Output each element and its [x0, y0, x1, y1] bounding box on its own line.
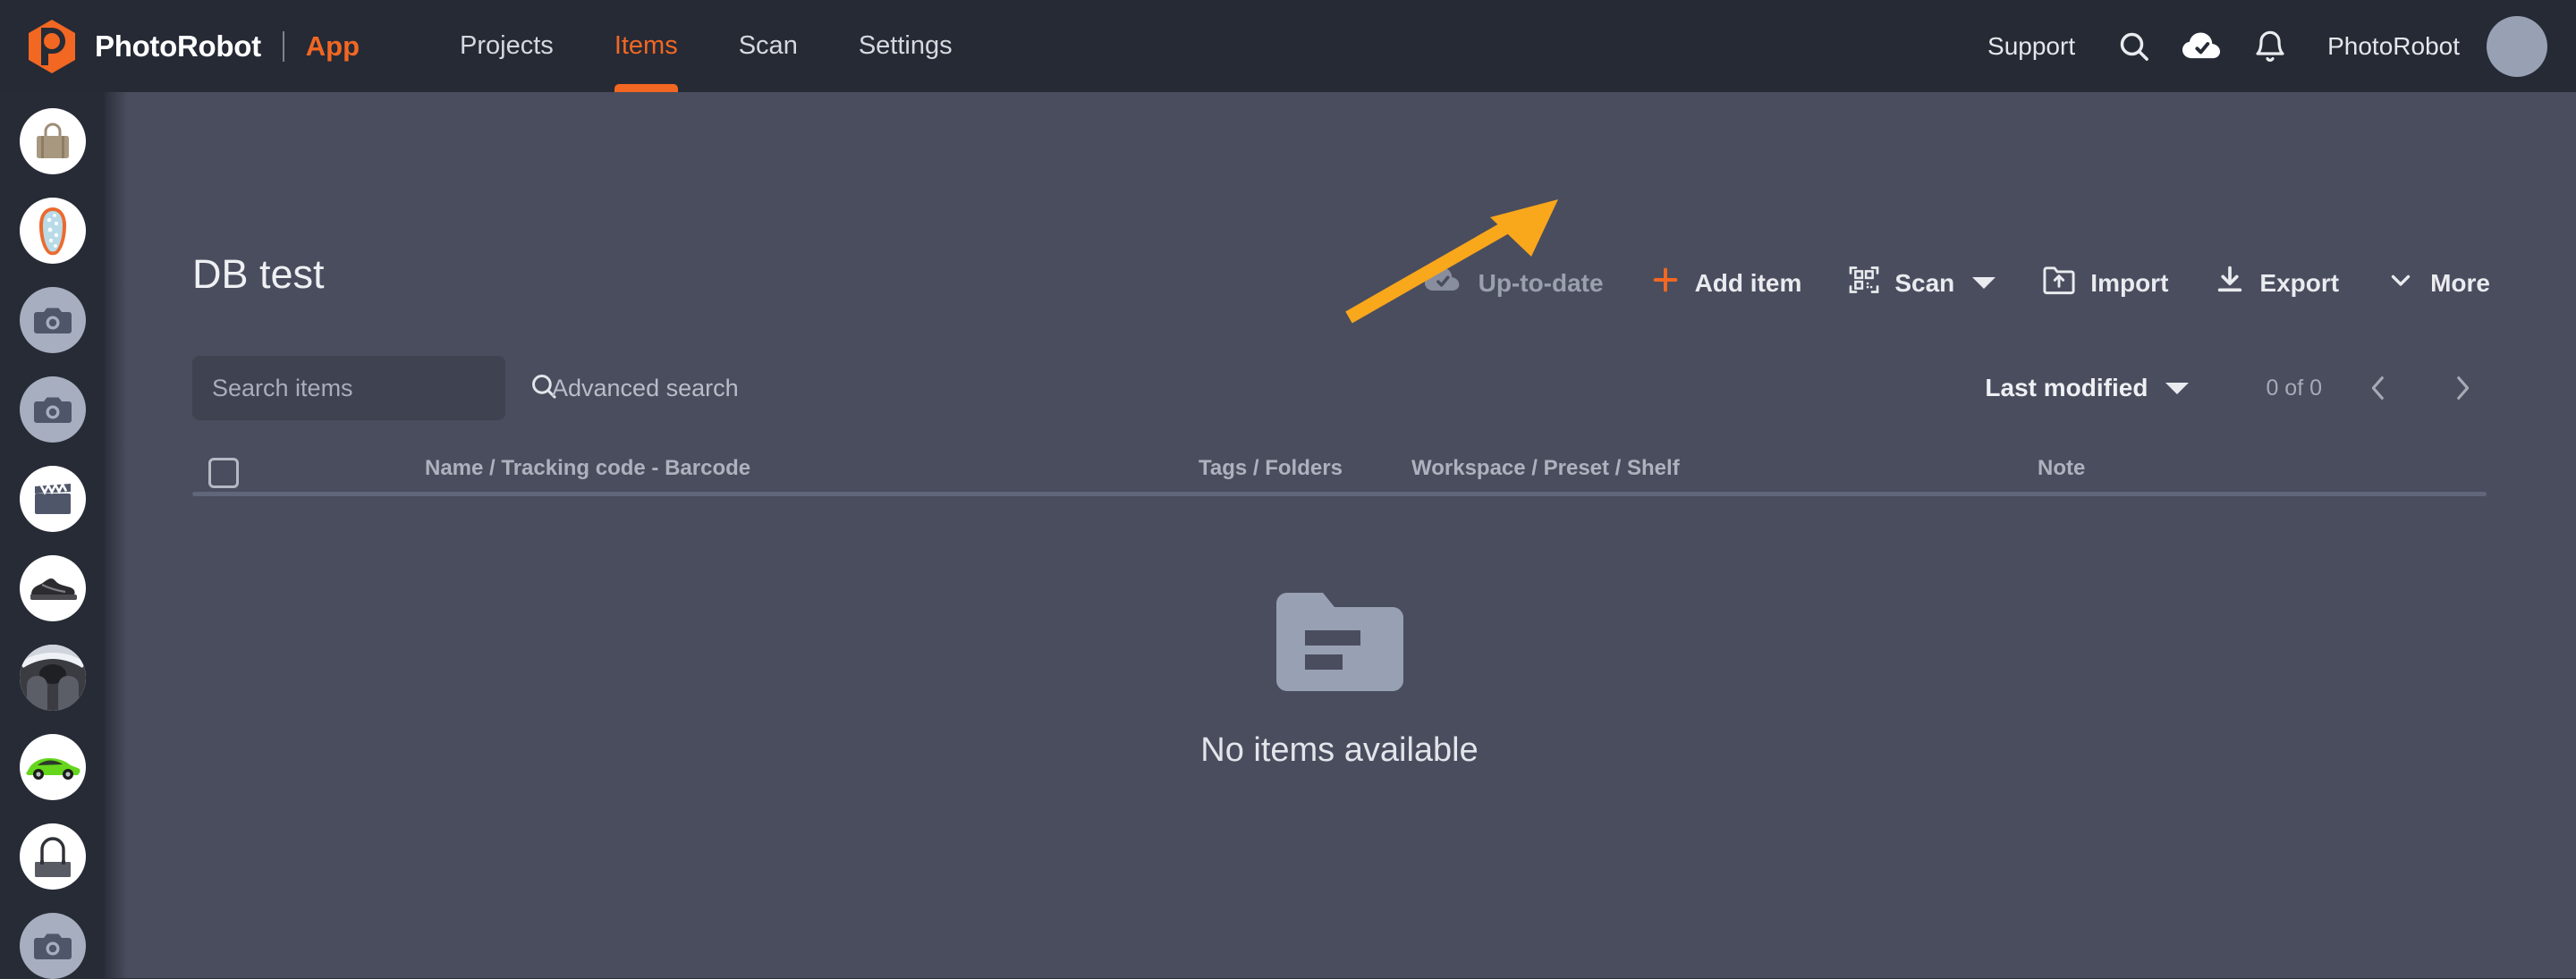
- sneaker-thumbnail[interactable]: [19, 555, 86, 621]
- column-header-workspace[interactable]: Workspace / Preset / Shelf: [1411, 456, 1680, 481]
- cloud-check-icon: [1423, 264, 1462, 302]
- search-icon[interactable]: [2100, 13, 2168, 80]
- search-box[interactable]: [192, 356, 556, 420]
- avatar[interactable]: [2487, 15, 2547, 77]
- camera-placeholder-thumbnail[interactable]: [19, 913, 86, 979]
- sync-status-label: Up-to-date: [1478, 268, 1604, 297]
- plus-icon: [1650, 265, 1681, 301]
- search-row: Advanced search: [192, 356, 739, 420]
- page-title: DB test: [192, 251, 325, 297]
- nav-item-settings[interactable]: Settings: [828, 0, 983, 92]
- user-name-label[interactable]: PhotoRobot: [2304, 32, 2483, 61]
- brand-app-label: App: [305, 30, 360, 62]
- sync-status: Up-to-date: [1423, 264, 1604, 302]
- top-navigation-bar: PhotoRobot App Projects Items Scan Setti…: [0, 0, 2576, 92]
- main-content-panel: DB test Up-to-date Add item Scan Import …: [105, 92, 2576, 978]
- column-header-tags[interactable]: Tags / Folders: [1199, 456, 1343, 481]
- cloud-check-icon[interactable]: [2168, 13, 2236, 80]
- empty-folder-icon: [1275, 593, 1403, 696]
- scan-label: Scan: [1894, 268, 1955, 297]
- empty-state: No items available: [192, 593, 2487, 770]
- more-label: More: [2430, 268, 2490, 297]
- camera-placeholder-thumbnail[interactable]: [19, 376, 86, 443]
- import-label: Import: [2090, 268, 2169, 297]
- sort-dropdown-label: Last modified: [1985, 374, 2148, 401]
- tote-bag-thumbnail[interactable]: [19, 823, 86, 890]
- next-page-button[interactable]: [2435, 360, 2490, 416]
- green-sportscar-thumbnail[interactable]: [19, 734, 86, 800]
- car-interior-thumbnail[interactable]: [19, 645, 86, 711]
- left-thumbnail-sidebar[interactable]: [0, 92, 105, 979]
- add-item-button[interactable]: Add item: [1650, 265, 1802, 301]
- listing-controls: Last modified 0 of 0: [1985, 356, 2490, 420]
- more-button[interactable]: More: [2385, 265, 2490, 301]
- nav-item-label: Scan: [738, 31, 798, 60]
- page-count-label: 0 of 0: [2266, 375, 2322, 401]
- empty-state-message: No items available: [1200, 731, 1479, 769]
- chevron-down-icon: [2385, 265, 2416, 301]
- prev-page-button[interactable]: [2351, 360, 2406, 416]
- main-nav-items: Projects Items Scan Settings: [429, 0, 983, 92]
- scan-button[interactable]: Scan: [1848, 264, 1996, 302]
- handbag-thumbnail[interactable]: [19, 108, 86, 174]
- sort-dropdown[interactable]: Last modified: [1985, 374, 2190, 402]
- support-link[interactable]: Support: [1962, 32, 2100, 61]
- select-all-checkbox[interactable]: [208, 458, 239, 488]
- items-table-header: Name / Tracking code - Barcode Tags / Fo…: [192, 436, 2487, 492]
- nav-item-label: Items: [614, 31, 678, 60]
- shoe-sole-thumbnail[interactable]: [19, 198, 86, 264]
- nav-right-group: Support PhotoRobot: [1962, 13, 2547, 80]
- caret-down-icon[interactable]: [1972, 277, 1996, 289]
- clapperboard-thumbnail[interactable]: [19, 466, 86, 532]
- caret-down-icon: [2165, 382, 2190, 394]
- nav-item-scan[interactable]: Scan: [708, 0, 828, 92]
- import-button[interactable]: Import: [2042, 265, 2168, 301]
- column-header-note[interactable]: Note: [2038, 456, 2085, 481]
- brand-divider: [282, 30, 284, 62]
- nav-item-label: Projects: [460, 31, 554, 60]
- photorobot-hex-logo-icon: [23, 18, 80, 75]
- search-input[interactable]: [212, 374, 529, 402]
- bell-icon[interactable]: [2236, 13, 2304, 80]
- nav-item-items[interactable]: Items: [584, 0, 708, 92]
- export-button[interactable]: Export: [2215, 265, 2339, 301]
- items-toolbar: Up-to-date Add item Scan Import Export M…: [1423, 264, 2490, 302]
- download-icon: [2215, 265, 2245, 301]
- advanced-search-link[interactable]: Advanced search: [552, 375, 739, 402]
- brand-name: PhotoRobot: [95, 29, 261, 63]
- nav-item-projects[interactable]: Projects: [429, 0, 584, 92]
- camera-placeholder-thumbnail[interactable]: [19, 287, 86, 353]
- export-label: Export: [2259, 268, 2340, 297]
- brand-block[interactable]: PhotoRobot App: [23, 18, 360, 75]
- folder-upload-icon: [2042, 265, 2076, 301]
- nav-item-label: Settings: [858, 31, 953, 60]
- qr-scan-icon: [1848, 264, 1880, 302]
- table-header-divider: [192, 492, 2487, 496]
- add-item-label: Add item: [1694, 268, 1802, 297]
- column-header-name[interactable]: Name / Tracking code - Barcode: [425, 456, 750, 481]
